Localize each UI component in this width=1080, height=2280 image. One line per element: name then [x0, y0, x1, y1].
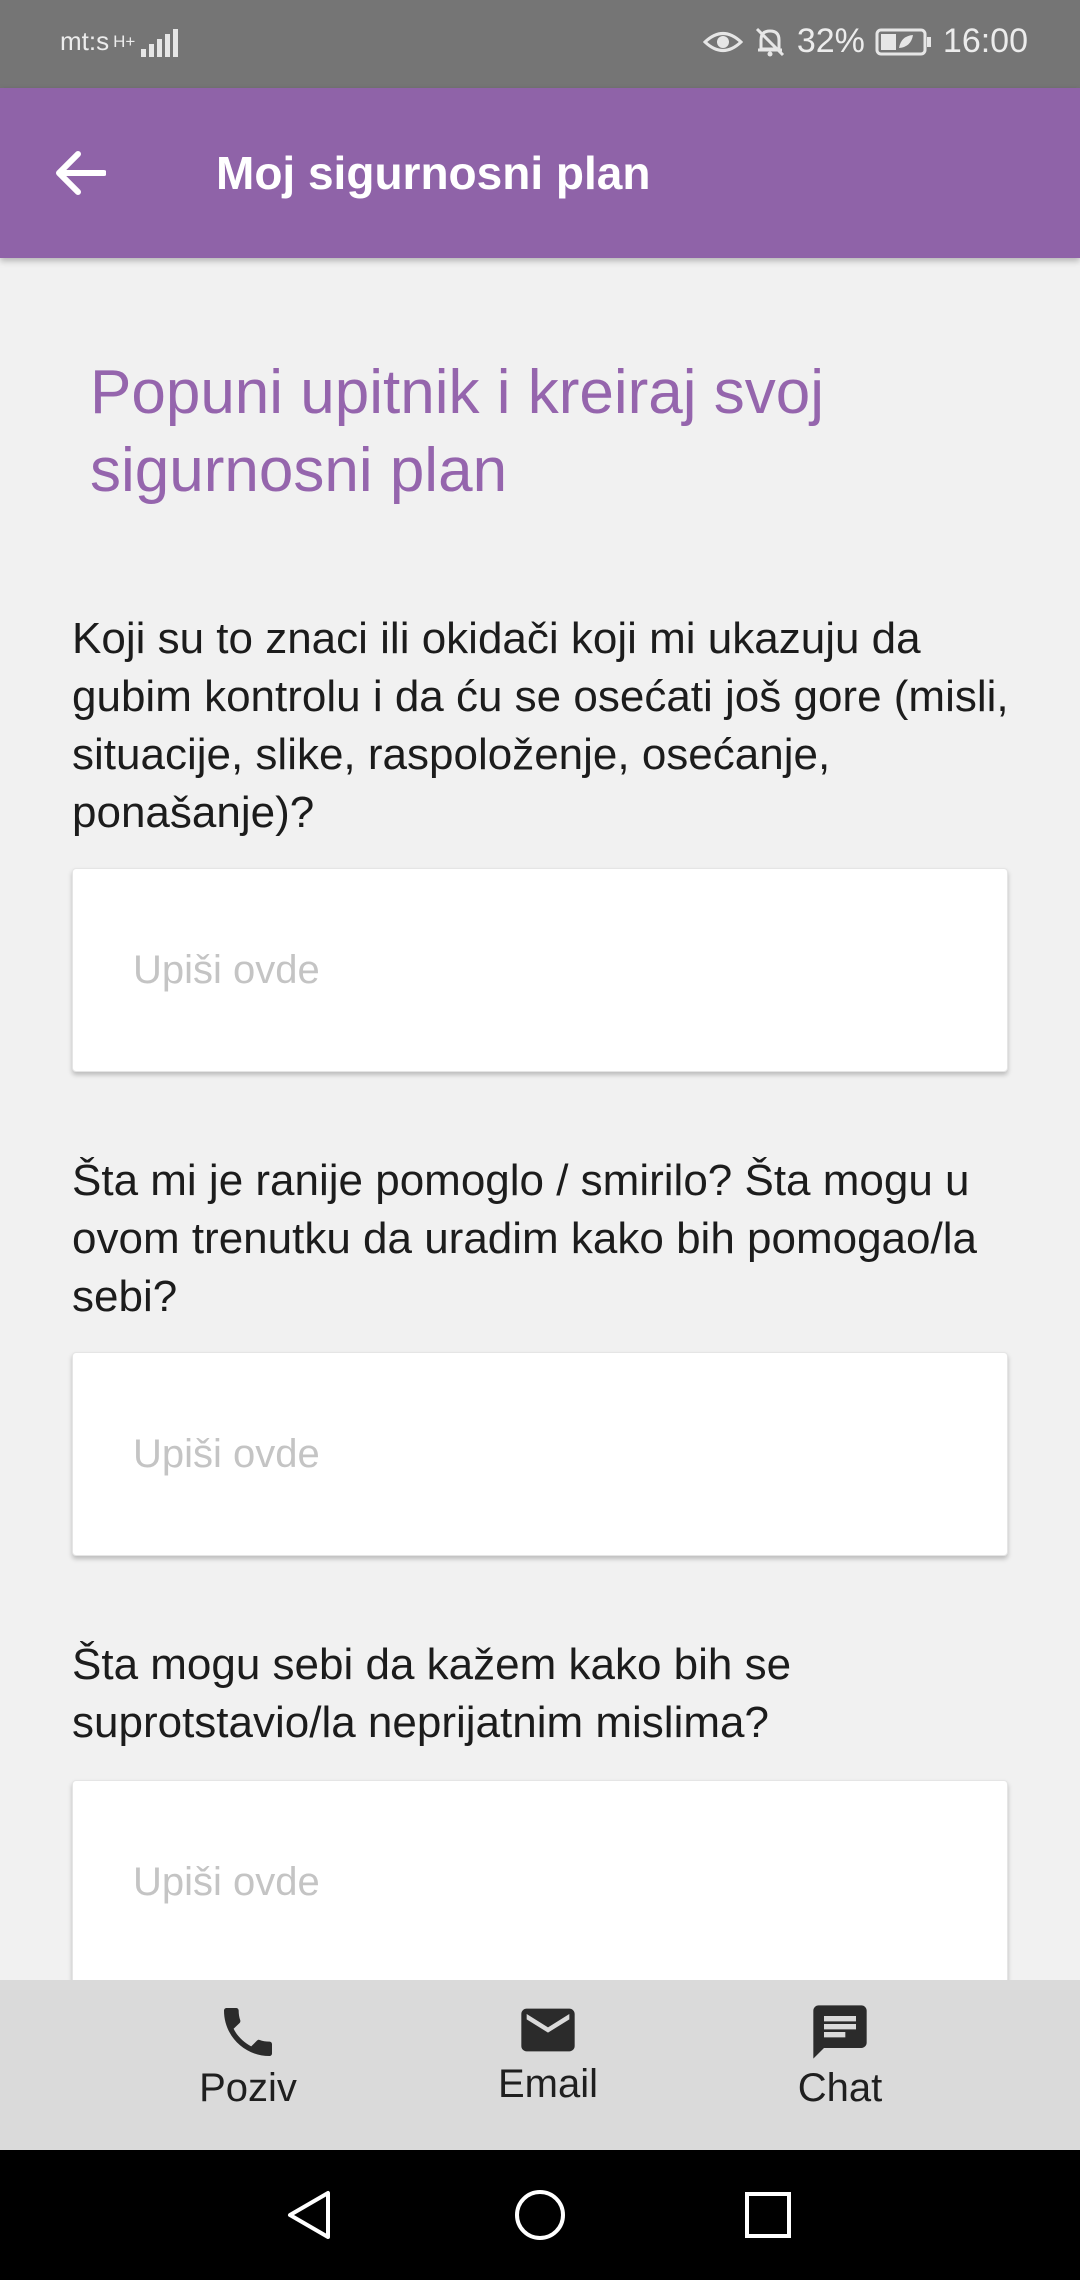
question-triggers: Koji su to znaci ili okidači koji mi uka… — [72, 614, 1009, 837]
call-button-label: Poziv — [199, 2066, 297, 2110]
question-self-talk: Šta mogu sebi da kažem kako bih se supro… — [72, 1640, 792, 1747]
form-heading: Popuni upitnik i kreiraj svoj sigurnosni… — [90, 358, 825, 505]
nav-home-button[interactable] — [500, 2180, 580, 2250]
chat-button[interactable]: Chat — [720, 2000, 960, 2140]
battery-icon — [875, 27, 933, 57]
triggers-answer-field[interactable] — [72, 868, 1008, 1072]
page-title: Moj sigurnosni plan — [216, 147, 651, 199]
back-button[interactable] — [40, 128, 120, 218]
email-button[interactable]: Email — [428, 2000, 668, 2140]
status-left: mt:s H+ — [60, 26, 181, 57]
call-button[interactable]: Poziv — [128, 2000, 368, 2140]
triggers-answer-input[interactable] — [73, 869, 1007, 1071]
carrier-name: mt:s — [60, 26, 110, 56]
nav-back-button[interactable] — [270, 2180, 350, 2250]
status-right: 32% 16:00 — [702, 22, 1028, 61]
network-type: H+ — [113, 33, 135, 50]
self-talk-answer-input[interactable] — [73, 1781, 1007, 1980]
battery-percent: 32% — [796, 22, 865, 60]
status-bar: mt:s H+ 32% 16:00 — [0, 0, 1080, 88]
nav-recents-icon — [745, 2192, 791, 2238]
alarm-off-icon — [753, 25, 787, 59]
system-nav-bar — [0, 2150, 1080, 2280]
chat-icon — [813, 2005, 867, 2059]
what-helped-answer-field[interactable] — [72, 1352, 1008, 1556]
signal-icon — [141, 27, 181, 57]
form-content[interactable]: Popuni upitnik i kreiraj svoj sigurnosni… — [0, 258, 1080, 1980]
chat-button-label: Chat — [797, 2066, 883, 2110]
eye-comfort-icon — [702, 27, 743, 57]
clock: 16:00 — [942, 22, 1028, 60]
nav-recents-button[interactable] — [728, 2180, 808, 2250]
email-icon — [521, 2008, 575, 2052]
nav-back-icon — [288, 2191, 330, 2239]
back-arrow-icon — [56, 151, 106, 195]
app-bar: Moj sigurnosni plan — [0, 88, 1080, 258]
email-button-label: Email — [497, 2062, 599, 2106]
what-helped-answer-input[interactable] — [73, 1353, 1007, 1555]
network-type-label: H+ — [113, 32, 136, 51]
question-what-helped: Šta mi je ranije pomoglo / smirilo? Šta … — [72, 1156, 977, 1321]
self-talk-answer-field[interactable] — [72, 1780, 1008, 1980]
phone-icon — [224, 2008, 272, 2056]
bottom-action-bar: Poziv Email Chat — [0, 1980, 1080, 2150]
nav-home-icon — [515, 2190, 565, 2240]
